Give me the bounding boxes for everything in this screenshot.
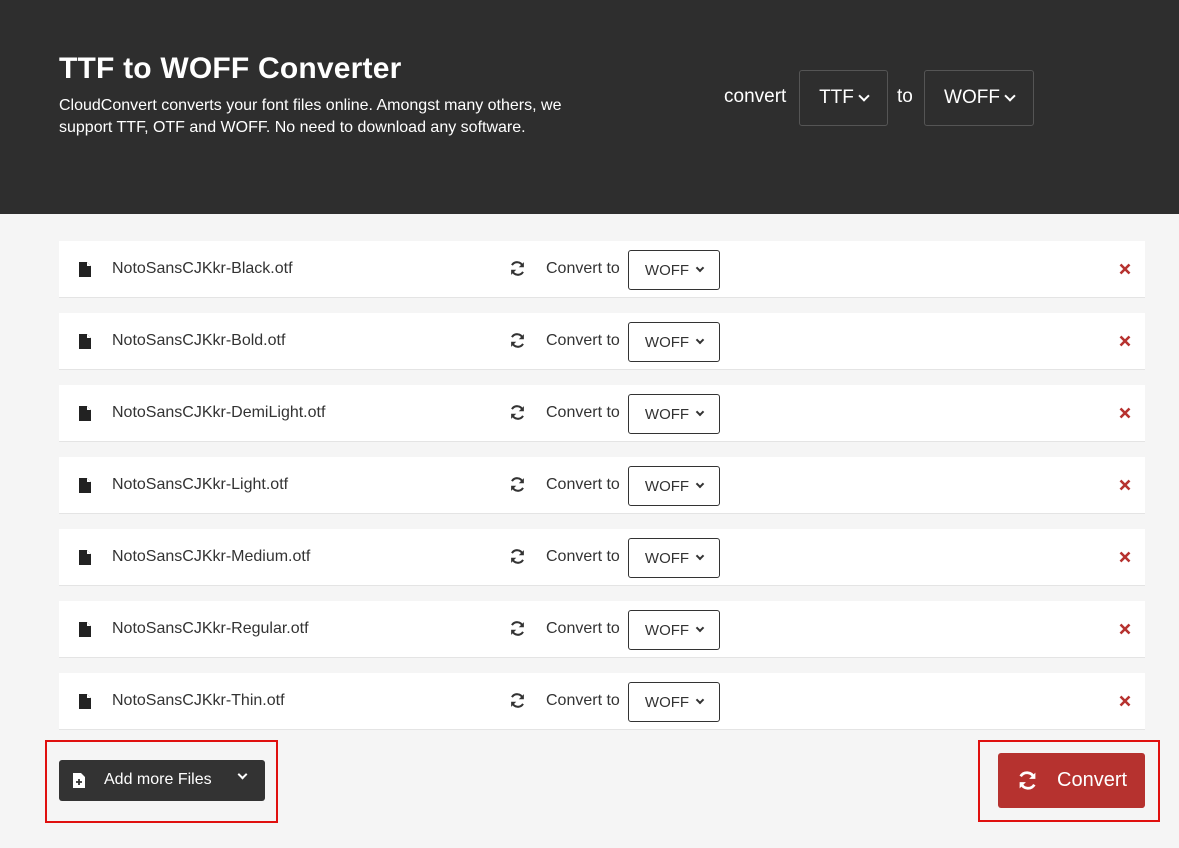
file-name: NotoSansCJKkr-Medium.otf — [112, 548, 311, 565]
close-icon[interactable] — [1119, 263, 1131, 275]
close-icon[interactable] — [1119, 695, 1131, 707]
chevron-down-icon — [695, 479, 705, 489]
refresh-icon[interactable] — [509, 332, 526, 349]
page-title: TTF to WOFF Converter — [59, 52, 402, 85]
close-icon[interactable] — [1119, 335, 1131, 347]
chevron-down-icon — [695, 695, 705, 705]
file-icon — [79, 406, 91, 421]
from-format-select[interactable]: TTF — [799, 70, 888, 126]
close-icon[interactable] — [1119, 551, 1131, 563]
convert-word: convert — [724, 86, 787, 107]
to-format-select[interactable]: WOFF — [924, 70, 1034, 126]
file-name: NotoSansCJKkr-DemiLight.otf — [112, 404, 326, 421]
file-icon — [79, 550, 91, 565]
format-select[interactable]: WOFF — [628, 250, 720, 290]
file-icon — [79, 262, 91, 277]
file-row: NotoSansCJKkr-Regular.otf Convert to WOFF — [59, 601, 1145, 658]
format-select-label: WOFF — [644, 693, 690, 711]
file-row: NotoSansCJKkr-Light.otf Convert to WOFF — [59, 457, 1145, 514]
refresh-icon[interactable] — [509, 260, 526, 277]
chevron-down-icon — [695, 407, 705, 417]
chevron-down-icon — [1004, 89, 1016, 102]
close-icon[interactable] — [1119, 623, 1131, 635]
chevron-down-icon — [858, 89, 870, 102]
from-format-label: TTF — [819, 87, 854, 108]
format-select[interactable]: WOFF — [628, 394, 720, 434]
file-name: NotoSansCJKkr-Regular.otf — [112, 620, 309, 637]
close-icon[interactable] — [1119, 407, 1131, 419]
refresh-icon[interactable] — [509, 692, 526, 709]
refresh-icon[interactable] — [509, 548, 526, 565]
highlight-box-add-files — [45, 740, 278, 823]
file-row: NotoSansCJKkr-DemiLight.otf Convert to WOF… — [59, 385, 1145, 442]
file-row: NotoSansCJKkr-Medium.otf Convert to WOFF — [59, 529, 1145, 586]
format-select-label: WOFF — [644, 261, 690, 279]
file-name: NotoSansCJKkr-Black.otf — [112, 260, 293, 277]
convert-to-label: Convert to — [546, 260, 620, 277]
file-row: NotoSansCJKkr-Black.otf Convert to WOFF — [59, 241, 1145, 298]
format-select-label: WOFF — [644, 333, 690, 351]
convert-to-label: Convert to — [546, 548, 620, 565]
file-icon — [79, 334, 91, 349]
highlight-box-convert — [978, 740, 1160, 822]
chevron-down-icon — [695, 263, 705, 273]
format-select[interactable]: WOFF — [628, 322, 720, 362]
refresh-icon[interactable] — [509, 620, 526, 637]
format-select[interactable]: WOFF — [628, 682, 720, 722]
format-select[interactable]: WOFF — [628, 610, 720, 650]
convert-to-label: Convert to — [546, 620, 620, 637]
file-row: NotoSansCJKkr-Bold.otf Convert to WOFF — [59, 313, 1145, 370]
format-select[interactable]: WOFF — [628, 466, 720, 506]
format-select[interactable]: WOFF — [628, 538, 720, 578]
convert-to-label: Convert to — [546, 332, 620, 349]
file-row: NotoSansCJKkr-Thin.otf Convert to WOFF — [59, 673, 1145, 730]
file-name: NotoSansCJKkr-Light.otf — [112, 476, 289, 493]
format-select-label: WOFF — [644, 477, 690, 495]
file-icon — [79, 478, 91, 493]
format-select-label: WOFF — [644, 405, 690, 423]
refresh-icon[interactable] — [509, 476, 526, 493]
file-name: NotoSansCJKkr-Bold.otf — [112, 332, 286, 349]
format-select-label: WOFF — [644, 621, 690, 639]
convert-to-label: Convert to — [546, 692, 620, 709]
file-icon — [79, 694, 91, 709]
chevron-down-icon — [695, 623, 705, 633]
convert-to-label: Convert to — [546, 476, 620, 493]
to-format-label: WOFF — [944, 87, 1000, 108]
close-icon[interactable] — [1119, 479, 1131, 491]
file-icon — [79, 622, 91, 637]
refresh-icon[interactable] — [509, 404, 526, 421]
convert-to-label: Convert to — [546, 404, 620, 421]
page-description: CloudConvert converts your font files on… — [59, 97, 562, 136]
to-word: to — [897, 86, 913, 107]
chevron-down-icon — [695, 551, 705, 561]
format-select-label: WOFF — [644, 549, 690, 567]
chevron-down-icon — [695, 335, 705, 345]
file-name: NotoSansCJKkr-Thin.otf — [112, 692, 285, 709]
